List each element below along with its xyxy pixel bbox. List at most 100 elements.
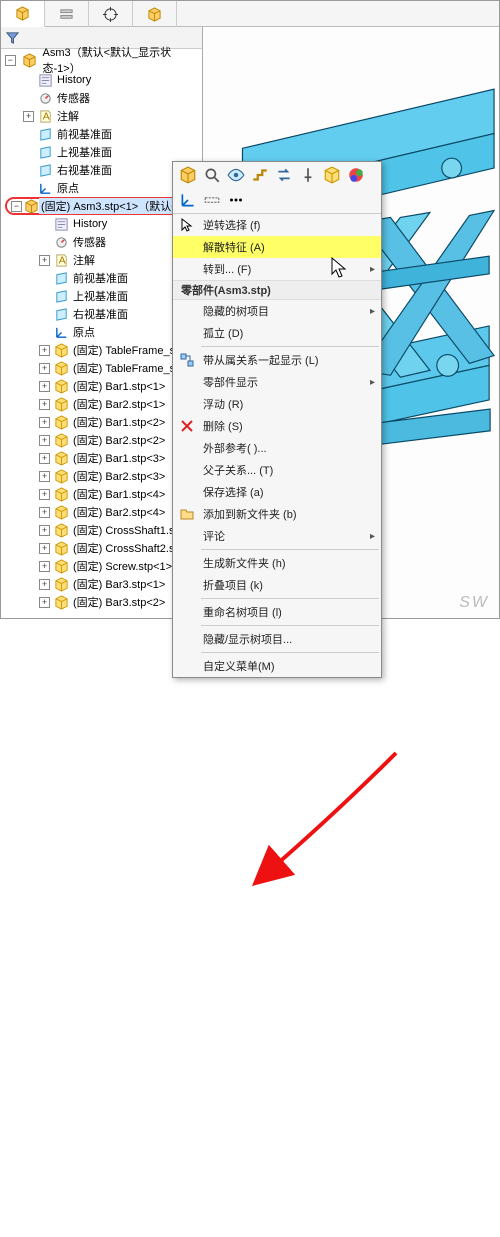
tree-item[interactable]: 前视基准面	[3, 125, 202, 143]
tree-root[interactable]: − Asm3（默认<默认_显示状态-1>）	[1, 49, 202, 71]
menu-item[interactable]: 添加到新文件夹 (b)	[173, 503, 381, 525]
menu-item[interactable]: 逆转选择 (f)	[173, 214, 381, 236]
context-menu: 逆转选择 (f) 解散特征 (A) 转到... (F) 零部件(Asm3.stp…	[172, 161, 382, 678]
ctx-tool-pin-icon[interactable]	[299, 166, 317, 184]
tab-display[interactable]	[89, 1, 133, 27]
twisty-icon[interactable]: −	[5, 55, 16, 66]
menu-item-label: 生成新文件夹 (h)	[203, 555, 286, 571]
twisty-icon[interactable]: +	[39, 435, 50, 446]
ctx-tool-step-icon[interactable]	[251, 166, 269, 184]
menu-separator	[201, 346, 379, 347]
menu-separator	[201, 598, 379, 599]
twisty-icon[interactable]: +	[39, 399, 50, 410]
menu-item[interactable]: 折叠项目 (k)	[173, 574, 381, 596]
menu-item[interactable]: 保存选择 (a)	[173, 481, 381, 503]
menu-item[interactable]: 生成新文件夹 (h)	[173, 552, 381, 574]
twisty-icon[interactable]: +	[39, 597, 50, 608]
twisty-icon[interactable]: +	[39, 525, 50, 536]
menu-item[interactable]: 孤立 (D)	[173, 322, 381, 344]
plane-icon	[38, 127, 53, 142]
tree-item-label: (固定) Screw.stp<1>	[71, 558, 174, 574]
tree-item-label: 注解	[71, 252, 97, 268]
target-icon	[103, 7, 118, 22]
menu-item[interactable]: 带从属关系一起显示 (L)	[173, 349, 381, 371]
tab-extra[interactable]	[133, 1, 177, 27]
tree-item-label: 注解	[55, 108, 81, 124]
twisty-icon[interactable]: +	[39, 561, 50, 572]
ctx-tool-box-icon[interactable]	[323, 166, 341, 184]
menu-item[interactable]: 删除 (S)	[173, 415, 381, 437]
menu-item[interactable]: 转到... (F)	[173, 258, 381, 280]
menu-item-label: 孤立 (D)	[203, 325, 243, 341]
menu-item[interactable]: 隐藏的树项目	[173, 300, 381, 322]
tree-item[interactable]: + 注解	[3, 107, 202, 125]
twisty-icon[interactable]: +	[39, 381, 50, 392]
tree-item-label: 右视基准面	[71, 306, 130, 322]
ctx-tool-search-icon[interactable]	[203, 166, 221, 184]
twisty-icon[interactable]: +	[23, 111, 34, 122]
menu-item[interactable]: 隐藏/显示树项目...	[173, 628, 381, 650]
assembly-icon	[24, 199, 39, 214]
menu-separator	[201, 625, 379, 626]
twisty-icon[interactable]: +	[39, 543, 50, 554]
menu-item-label: 评论	[203, 528, 225, 544]
menu-header: 零部件(Asm3.stp)	[173, 280, 381, 300]
tree-item-label: 上视基准面	[55, 144, 114, 160]
filter-icon[interactable]	[5, 30, 20, 45]
menu-item[interactable]: 父子关系... (T)	[173, 459, 381, 481]
twisty-icon[interactable]: +	[39, 453, 50, 464]
comp-icon	[54, 361, 69, 376]
annotation-arrow	[1, 618, 500, 1237]
menu-item-label: 浮动 (R)	[203, 396, 243, 412]
twisty-icon[interactable]: +	[39, 417, 50, 428]
plane-icon	[54, 289, 69, 304]
comp-icon	[54, 469, 69, 484]
comp-icon	[54, 523, 69, 538]
comp-icon	[54, 541, 69, 556]
ctx-tool-more-icon[interactable]	[227, 191, 245, 209]
tree-item-label: (固定) TableFrame_s	[71, 360, 177, 376]
sensor-icon	[38, 91, 53, 106]
note-icon	[54, 253, 69, 268]
ctx-tool-dash-icon[interactable]	[203, 191, 221, 209]
twisty-icon[interactable]: +	[39, 255, 50, 266]
tree-item-label: 传感器	[71, 234, 108, 250]
dep-icon	[179, 352, 195, 368]
menu-item-label: 带从属关系一起显示 (L)	[203, 352, 319, 368]
menu-item-label: 添加到新文件夹 (b)	[203, 506, 297, 522]
comp-icon	[54, 487, 69, 502]
twisty-icon[interactable]: +	[39, 471, 50, 482]
assembly-icon	[22, 53, 37, 68]
tree-item-label: (固定) Bar2.stp<1>	[71, 396, 167, 412]
tree-item-label: (固定) CrossShaft1.s	[71, 522, 176, 538]
menu-item[interactable]: 外部参考( )...	[173, 437, 381, 459]
tree-item-label: 前视基准面	[55, 126, 114, 142]
ctx-tool-swap-icon[interactable]	[275, 166, 293, 184]
menu-item[interactable]: 评论	[173, 525, 381, 547]
twisty-icon[interactable]: −	[11, 201, 22, 212]
tree-item-label: History	[55, 74, 93, 86]
twisty-icon[interactable]: +	[39, 489, 50, 500]
tree-item[interactable]: 上视基准面	[3, 143, 202, 161]
folder-icon	[179, 506, 195, 522]
comp-icon	[54, 559, 69, 574]
ctx-tool-cube-icon[interactable]	[179, 166, 197, 184]
menu-item-label: 外部参考( )...	[203, 440, 267, 456]
menu-item[interactable]: 重命名树项目 (l)	[173, 601, 381, 623]
menu-item[interactable]: 解散特征 (A)	[173, 236, 381, 258]
ctx-tool-eye-icon[interactable]	[227, 166, 245, 184]
menu-item[interactable]: 零部件显示	[173, 371, 381, 393]
tree-item[interactable]: 传感器	[3, 89, 202, 107]
ctx-tool-color-icon[interactable]	[347, 166, 365, 184]
tab-config[interactable]	[45, 1, 89, 27]
twisty-icon[interactable]: +	[39, 579, 50, 590]
twisty-icon[interactable]: +	[39, 363, 50, 374]
menu-item[interactable]: 浮动 (R)	[173, 393, 381, 415]
comp-icon	[54, 451, 69, 466]
tab-feature-tree[interactable]	[1, 1, 45, 27]
menu-item[interactable]: 自定义菜单(M)	[173, 655, 381, 677]
twisty-icon[interactable]: +	[39, 345, 50, 356]
tree-item-label: (固定) Bar1.stp<4>	[71, 486, 167, 502]
ctx-tool-origin-icon[interactable]	[179, 191, 197, 209]
twisty-icon[interactable]: +	[39, 507, 50, 518]
